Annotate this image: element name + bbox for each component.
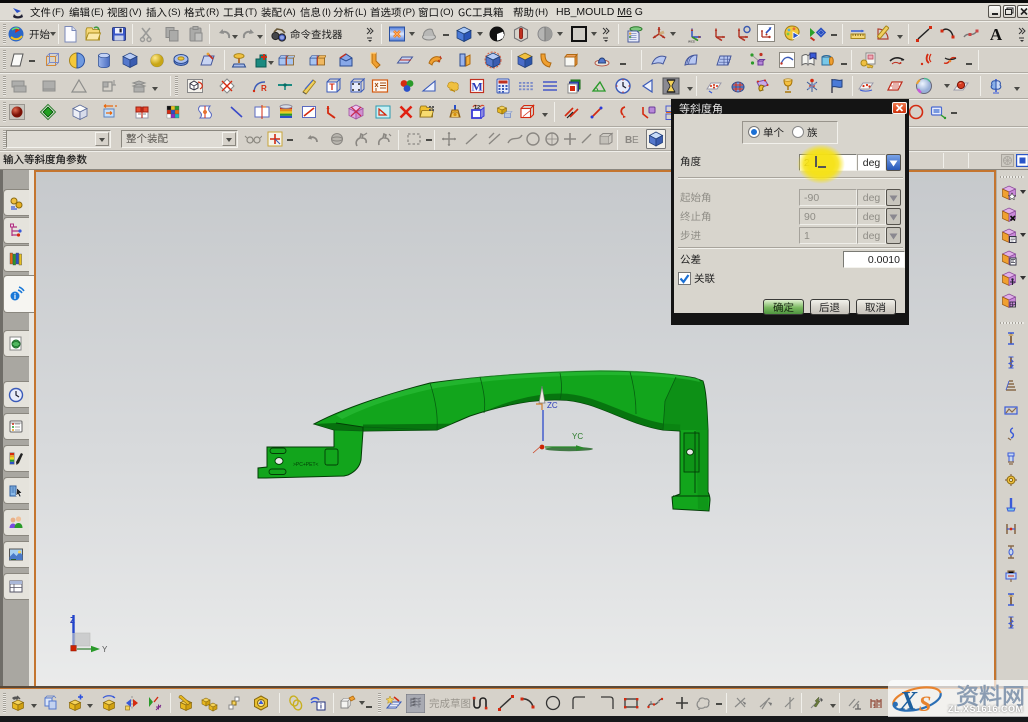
svg-text:A: A bbox=[990, 25, 1003, 43]
svg-text:ZC: ZC bbox=[547, 401, 558, 410]
svg-text:Y: Y bbox=[102, 645, 108, 654]
svg-text:X: X bbox=[899, 686, 918, 715]
svg-text:YC: YC bbox=[572, 432, 583, 441]
svg-text:M: M bbox=[471, 80, 482, 94]
svg-text:i: i bbox=[320, 704, 322, 711]
svg-text:12: 12 bbox=[474, 105, 480, 111]
svg-text:i: i bbox=[14, 292, 16, 301]
svg-text:wcs: wcs bbox=[688, 39, 695, 44]
svg-text:E: E bbox=[632, 135, 639, 146]
svg-text:T: T bbox=[329, 82, 335, 92]
svg-text:R: R bbox=[261, 84, 267, 93]
svg-text:>PC+PET<: >PC+PET< bbox=[293, 462, 319, 468]
svg-text:S: S bbox=[919, 691, 932, 716]
